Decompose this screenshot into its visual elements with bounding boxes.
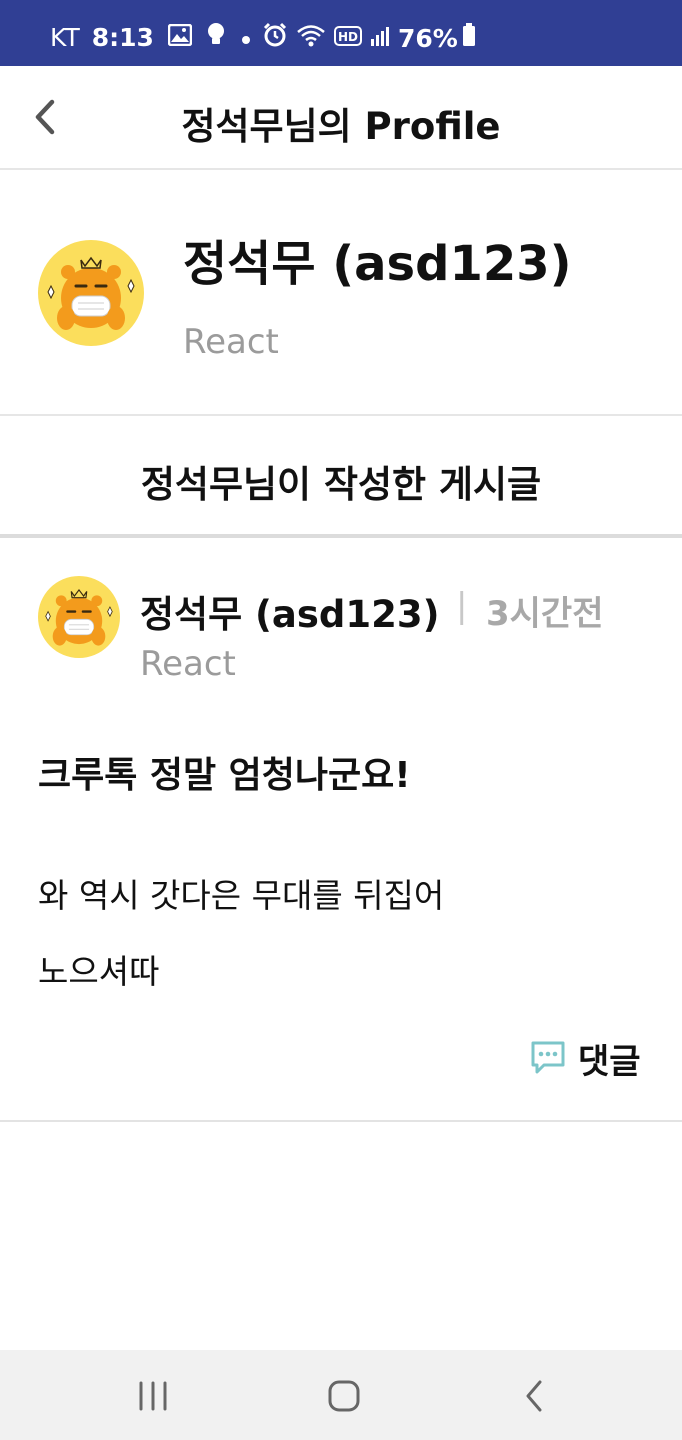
bulb-icon — [206, 22, 226, 52]
section-header: 정석무님이 작성한 게시글 — [0, 418, 682, 538]
battery-percent: 76% — [398, 23, 458, 53]
svg-text:HD: HD — [338, 30, 358, 44]
app-header: 정석무님의 Profile — [0, 66, 682, 170]
system-back-button[interactable] — [516, 1380, 556, 1412]
post-author-avatar[interactable] — [38, 576, 120, 658]
post-card[interactable]: 정석무 (asd123) | 3시간전 React 크루톡 정말 엄청나군요! … — [0, 540, 682, 1122]
meta-separator: | — [456, 586, 468, 626]
profile-card: 정석무 (asd123) React — [0, 172, 682, 416]
image-icon — [167, 23, 193, 52]
back-icon — [526, 1380, 542, 1412]
profile-skill: React — [183, 322, 279, 362]
ryan-mask-avatar-icon — [38, 240, 144, 346]
post-body-line: 노으셔따 — [38, 952, 160, 991]
post-author-name[interactable]: 정석무 (asd123) — [140, 584, 440, 638]
post-body-line: 와 역시 갓다은 무대를 뒤집어 — [38, 876, 445, 915]
chat-bubble-icon — [531, 1041, 565, 1074]
comment-label: 댓글 — [578, 1041, 641, 1082]
ryan-mask-avatar-icon — [38, 576, 120, 658]
signal-icon — [370, 24, 390, 53]
home-button[interactable] — [323, 1380, 363, 1412]
post-body: 와 역시 갓다은 무대를 뒤집어 노으셔따 — [38, 858, 638, 1010]
section-title: 정석무님이 작성한 게시글 — [140, 463, 542, 506]
profile-name: 정석무 (asd123) — [183, 236, 572, 292]
post-timestamp: 3시간전 — [486, 594, 604, 634]
post-author-skill: React — [140, 644, 236, 684]
comment-button[interactable]: 댓글 — [530, 1036, 641, 1082]
status-left: KT 8:13 — [50, 22, 266, 52]
hd-icon: HD — [334, 24, 362, 53]
alarm-icon — [262, 22, 288, 54]
avatar[interactable] — [38, 240, 144, 346]
battery-icon — [462, 23, 476, 53]
home-icon — [328, 1380, 360, 1412]
status-right: HD 76% — [262, 22, 484, 54]
carrier-label: KT — [50, 22, 80, 52]
page-title: 정석무님의 Profile — [181, 105, 501, 148]
recents-button[interactable] — [133, 1380, 173, 1412]
status-bar: KT 8:13 HD 76% — [0, 0, 682, 66]
clock: 8:13 — [91, 22, 154, 52]
post-title: 크루톡 정말 엄청나군요! — [38, 755, 411, 796]
wifi-icon — [296, 23, 326, 53]
system-nav-bar — [0, 1350, 682, 1440]
recents-icon — [139, 1381, 167, 1411]
dot-icon — [240, 23, 252, 52]
